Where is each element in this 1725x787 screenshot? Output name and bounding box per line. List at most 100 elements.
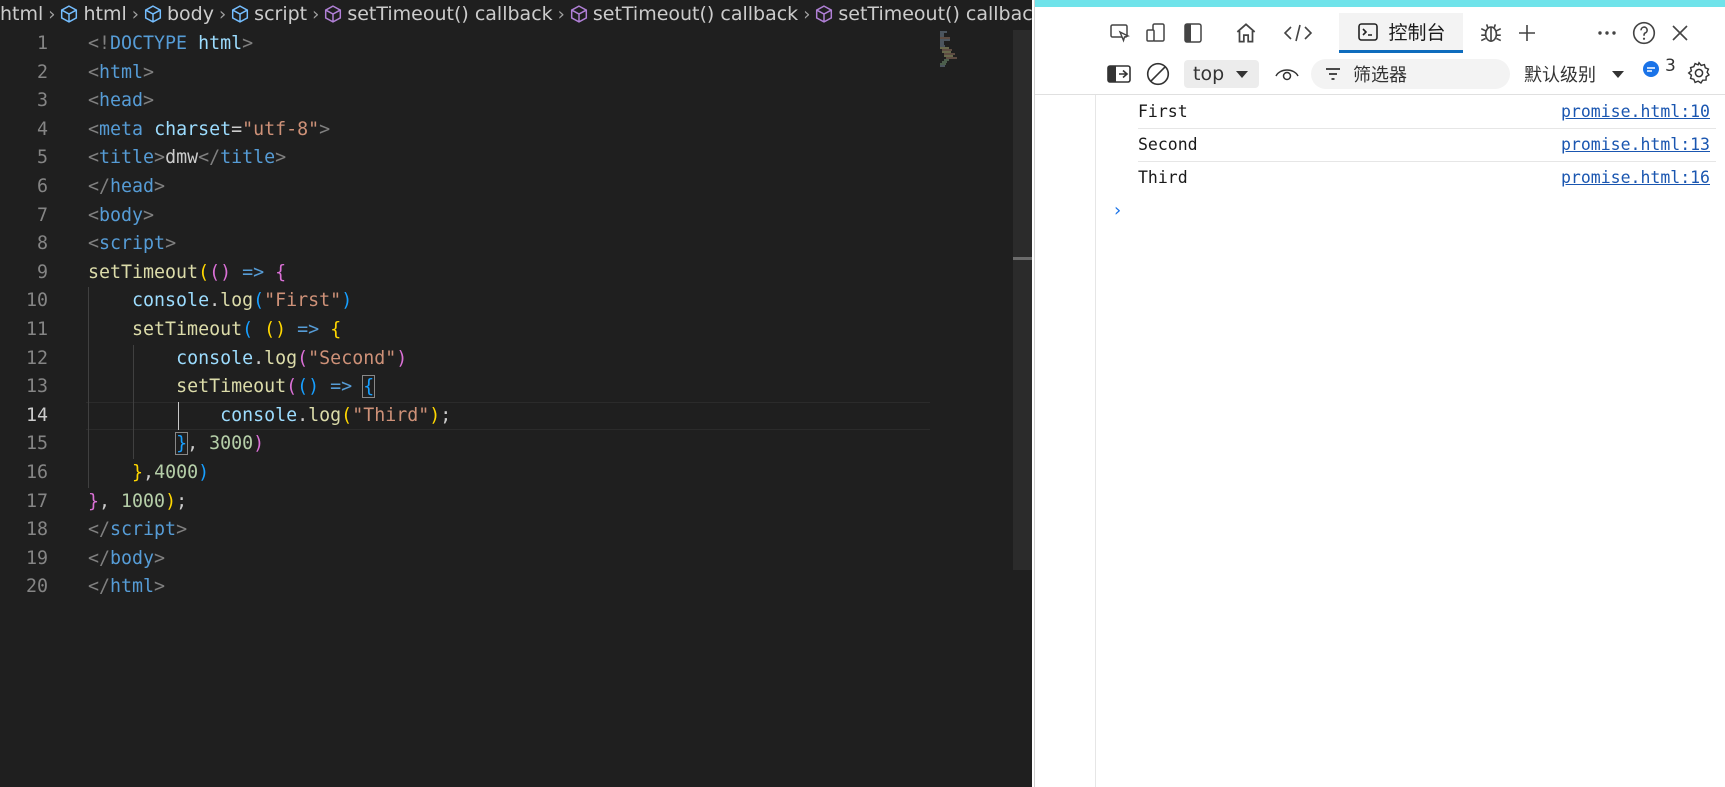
breadcrumb-item[interactable]: html — [60, 3, 127, 25]
element-icon — [144, 5, 162, 23]
code-text: setTimeout(() => { — [88, 261, 287, 283]
chevron-right-icon: › — [48, 3, 56, 25]
line-number: 2 — [36, 61, 48, 83]
line-number: 15 — [25, 433, 48, 455]
line-number: 8 — [36, 233, 48, 255]
scrollbar-cursor-marker — [1013, 257, 1032, 260]
breadcrumb-label: setTimeout() callback — [592, 3, 799, 25]
breadcrumb-label: html — [0, 3, 44, 25]
code-line: 11 setTimeout( () => { — [0, 315, 930, 345]
code-text: }, 1000); — [88, 490, 188, 512]
console-settings-gear-icon[interactable] — [1685, 59, 1713, 87]
issues-badge[interactable]: 3 — [1641, 56, 1676, 79]
breadcrumb-item[interactable]: setTimeout() callback — [324, 3, 553, 25]
console-left-gutter — [1095, 95, 1096, 787]
tab-console[interactable]: 控制台 — [1339, 13, 1463, 53]
code-line-active: 14 console.log("Third"); — [0, 401, 930, 431]
line-number: 1 — [36, 33, 48, 54]
caret-down-icon — [1612, 71, 1624, 78]
line-number: 14 — [25, 404, 48, 426]
source-link[interactable]: promise.html:13 — [1561, 135, 1710, 154]
minimap[interactable] — [938, 30, 972, 70]
live-expression-eye-icon[interactable] — [1273, 60, 1301, 88]
breadcrumb-item[interactable]: body — [144, 3, 214, 25]
line-number: 18 — [25, 519, 48, 541]
context-selector[interactable]: top — [1184, 60, 1259, 88]
code-text: <meta charset="utf-8"> — [88, 118, 331, 140]
breadcrumb-label: setTimeout() callback — [838, 3, 1032, 25]
tab-console-label: 控制台 — [1388, 22, 1446, 44]
help-icon[interactable] — [1630, 19, 1658, 47]
line-number: 4 — [36, 118, 48, 140]
debugger-bug-icon[interactable] — [1477, 19, 1505, 47]
dock-sidebar-icon[interactable] — [1179, 19, 1207, 47]
code-line: 1 <!DOCTYPE html> — [0, 30, 930, 59]
code-line: 17 }, 1000); — [0, 488, 930, 517]
chevron-right-icon: › — [131, 3, 139, 25]
element-icon — [232, 5, 249, 23]
code-line: 12 console.log("Second") — [0, 344, 930, 374]
code-line: 20 </html> — [0, 573, 930, 602]
code-line: 3 <head> — [0, 87, 930, 116]
code-text: }, 3000) — [175, 432, 265, 456]
line-number: 11 — [25, 318, 48, 340]
breadcrumb-label: body — [166, 3, 214, 25]
breadcrumb-item[interactable]: setTimeout() callback — [815, 3, 1032, 25]
devtools-tabbar: 控制台 — [1035, 7, 1725, 54]
chevron-right-icon: › — [557, 3, 565, 25]
code-text: console.log("Third"); — [220, 404, 452, 426]
issue-count: 3 — [1665, 56, 1676, 76]
code-line: 5 <title>dmw</title> — [0, 144, 930, 173]
code-text: },4000) — [132, 461, 210, 483]
log-level-dropdown[interactable]: 默认级别 — [1524, 60, 1626, 88]
source-link[interactable]: promise.html:16 — [1561, 168, 1710, 187]
code-line: 16 },4000) — [0, 458, 930, 488]
code-editor[interactable]: html › html › body › script › setTimeout… — [0, 0, 1032, 787]
chevron-right-icon: › — [218, 3, 227, 25]
devtools-panel: 控制台 top 筛选器 默认级别 3 First promise.html:10… — [1034, 0, 1725, 787]
code-area[interactable]: 1 <!DOCTYPE html> 2 <html> 3 <head> 4 <meta … — [0, 30, 930, 602]
element-icon — [61, 5, 78, 23]
filter-input[interactable]: 筛选器 — [1311, 59, 1510, 89]
code-text: console.log("First") — [132, 290, 353, 312]
code-line: 13 setTimeout(() => { — [0, 373, 930, 402]
close-icon[interactable] — [1666, 19, 1694, 47]
line-number: 20 — [25, 576, 48, 598]
code-line: 4 <meta charset="utf-8"> — [0, 116, 930, 145]
console-icon — [1358, 22, 1379, 41]
show-sidebar-icon[interactable] — [1105, 60, 1133, 88]
code-line: 10 console.log("First") — [0, 287, 930, 316]
caret-down-icon — [1236, 71, 1249, 78]
code-line: 9 setTimeout(() => { — [0, 259, 930, 288]
more-options-icon[interactable] — [1593, 19, 1621, 47]
message-text: First — [1138, 102, 1188, 121]
breadcrumb-item[interactable]: script — [231, 3, 307, 25]
code-text: </script> — [88, 519, 188, 541]
code-line: 2 <html> — [0, 59, 930, 88]
filter-icon — [1326, 68, 1340, 80]
message-text: Third — [1138, 168, 1188, 187]
elements-code-icon[interactable] — [1280, 19, 1316, 47]
add-tab-plus-icon[interactable] — [1513, 19, 1541, 47]
clear-console-icon[interactable] — [1144, 60, 1172, 88]
console-prompt[interactable]: › — [1114, 200, 1121, 221]
breadcrumb-item[interactable]: setTimeout() callback — [570, 3, 798, 25]
function-icon — [816, 5, 833, 23]
code-text: </html> — [88, 576, 166, 598]
code-text: <!DOCTYPE html> — [88, 33, 254, 54]
code-text: </head> — [88, 175, 166, 197]
code-text: setTimeout( () => { — [132, 318, 342, 340]
source-link[interactable]: promise.html:10 — [1561, 102, 1710, 121]
welcome-home-icon[interactable] — [1232, 19, 1260, 47]
editor-scrollbar[interactable] — [1013, 30, 1032, 570]
line-number: 5 — [36, 147, 48, 169]
code-text: <title>dmw</title> — [88, 147, 287, 169]
code-line: 8 <script> — [0, 230, 930, 259]
device-emulation-icon[interactable] — [1142, 19, 1170, 47]
line-number: 17 — [25, 490, 48, 512]
line-number: 16 — [25, 461, 48, 483]
prompt-chevron-icon: › — [1114, 200, 1122, 221]
inspect-element-icon[interactable] — [1106, 19, 1134, 47]
line-number: 12 — [25, 347, 48, 369]
breadcrumb-item[interactable]: html — [0, 3, 43, 25]
